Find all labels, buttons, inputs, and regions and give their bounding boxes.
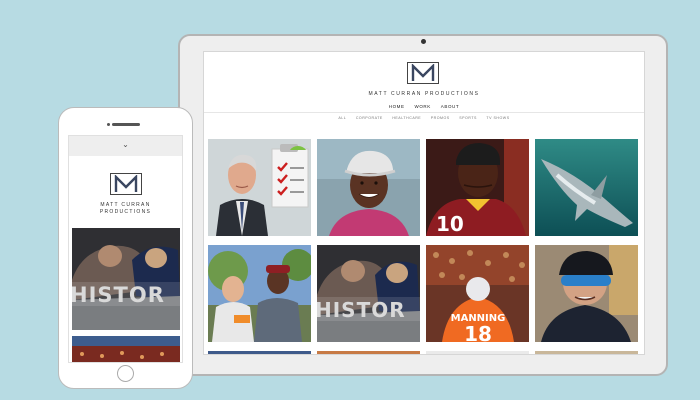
portfolio-tile-row3-2[interactable] [317,351,420,354]
filter-sports[interactable]: SPORTS [459,116,477,120]
stadium-crowd-icon [72,336,180,362]
green-object-icon [426,352,529,355]
jersey-number-18: 18 [464,322,492,342]
portfolio-tile-corporate[interactable] [208,139,311,236]
mobile-brand-name: MATT CURRAN PRODUCTIONS [69,202,182,216]
brand-name: MATT CURRAN PRODUCTIONS [368,91,480,97]
tablet-camera [421,39,426,44]
football-players-history-icon: HISTOR [317,245,420,342]
filter-promos[interactable]: PROMOS [431,116,450,120]
filter-tv-shows[interactable]: TV SHOWS [486,116,509,120]
two-men-outdoors-icon [208,245,311,342]
logo-m-icon [411,64,435,81]
portfolio-tile-sports[interactable]: 10 [426,139,529,236]
mobile-brand-line1: MATT CURRAN [100,202,151,208]
portfolio-tile-row3-1[interactable] [208,351,311,354]
nav-item-about[interactable]: ABOUT [441,104,460,109]
portfolio-tile-row3-4[interactable] [535,351,638,354]
category-filter: ALL CORPORATE HEALTHCARE PROMOS SPORTS T… [204,116,644,120]
history-overlay-text: HISTOR [317,298,406,322]
football-player-10-icon: 10 [426,139,529,236]
portfolio-tile-broncos[interactable]: MANNING 18 [426,245,529,342]
manning-18-jersey-icon: MANNING 18 [426,245,529,342]
football-players-history-icon: HISTOR [72,228,180,330]
portfolio-tile-healthcare[interactable] [317,139,420,236]
older-man-presenter-icon [208,139,311,236]
tablet-screen: MATT CURRAN PRODUCTIONS HOME WORK ABOUT … [203,51,645,355]
tablet-device: MATT CURRAN PRODUCTIONS HOME WORK ABOUT … [178,34,668,376]
jersey-number-10: 10 [436,212,464,236]
mobile-brand-line2: PRODUCTIONS [99,209,152,215]
history-overlay-text: HISTOR [72,283,165,307]
phone-speaker [112,123,140,126]
portfolio-tile-history[interactable]: HISTOR [317,245,420,342]
phone-camera [107,123,110,126]
logo-m-icon [114,175,138,192]
portfolio-tile-cycling[interactable] [535,245,638,342]
phone-device: ⌄ MATT CURRAN PRODUCTIONS HISTOR [58,107,193,389]
phone-home-button[interactable] [117,365,134,382]
portfolio-tile-promos[interactable] [208,245,311,342]
logo[interactable] [407,62,439,84]
mobile-menu-toggle[interactable]: ⌄ [69,136,182,156]
portfolio-tile-row3-3[interactable] [426,351,529,355]
mobile-portfolio-tile-stadium[interactable] [72,336,180,362]
mobile-logo[interactable] [110,173,142,195]
smiling-woman-cap-icon [317,139,420,236]
nav-item-home[interactable]: HOME [389,104,405,109]
main-nav: HOME WORK ABOUT [204,104,644,109]
filter-corporate[interactable]: CORPORATE [356,116,383,120]
phone-screen: ⌄ MATT CURRAN PRODUCTIONS HISTOR [68,135,183,363]
cyclist-helmet-icon [535,245,638,342]
shark-underwater-icon [535,139,638,236]
filter-healthcare[interactable]: HEALTHCARE [392,116,421,120]
filter-all[interactable]: ALL [338,116,346,120]
portfolio-tile-tv-shows[interactable] [535,139,638,236]
nav-item-work[interactable]: WORK [414,104,430,109]
nav-divider [204,112,644,113]
site-header: MATT CURRAN PRODUCTIONS HOME WORK ABOUT … [204,52,644,126]
chevron-down-icon: ⌄ [122,140,129,149]
mobile-portfolio-tile-history[interactable]: HISTOR [72,228,180,330]
